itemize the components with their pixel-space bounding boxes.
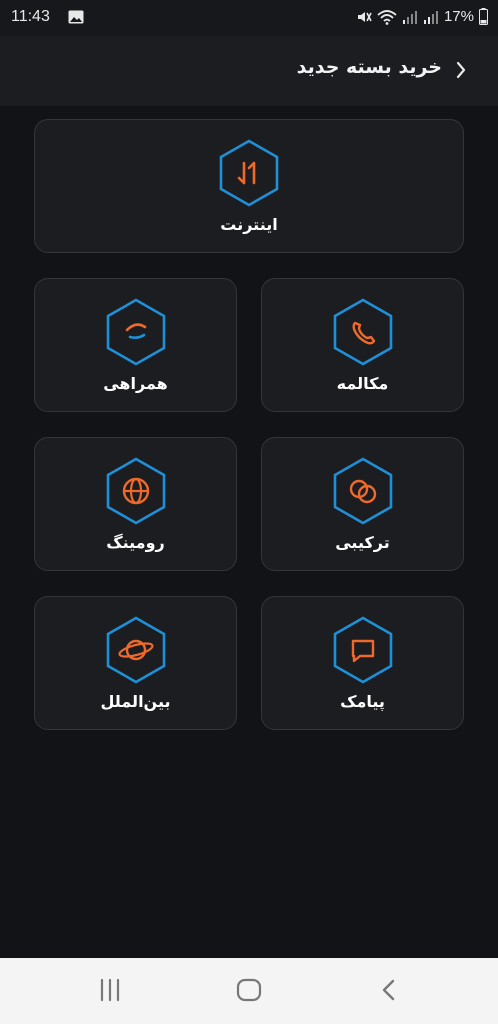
status-icons: 17% — [356, 8, 488, 25]
package-card-sms[interactable]: پیامک — [261, 596, 464, 730]
package-card-internet[interactable]: اینترنت — [34, 119, 464, 253]
recents-icon[interactable] — [98, 978, 122, 1002]
home-icon[interactable] — [236, 978, 262, 1002]
system-nav-bar — [0, 958, 498, 1024]
package-card-combo[interactable]: ترکیبی — [261, 437, 464, 571]
transfer-arrows-icon — [219, 139, 279, 207]
signal-1-icon — [402, 10, 417, 24]
status-bar: 11:43 17% — [0, 0, 498, 36]
globe-icon — [106, 457, 165, 525]
package-label: بین‌الملل — [100, 692, 171, 711]
battery-icon — [479, 8, 488, 25]
package-label: ترکیبی — [335, 533, 390, 552]
package-label: همراهی — [103, 374, 168, 393]
signal-2-icon — [423, 10, 438, 24]
status-time: 11:43 — [11, 8, 50, 25]
package-label: رومینگ — [106, 533, 165, 552]
wifi-icon — [377, 9, 397, 25]
back-icon[interactable] — [380, 978, 398, 1002]
package-card-companion[interactable]: همراهی — [34, 278, 237, 412]
battery-percent: 17% — [443, 8, 474, 25]
app-header: خرید بسته جدید — [0, 36, 498, 106]
package-label: اینترنت — [220, 215, 278, 234]
mute-icon — [357, 11, 372, 22]
package-card-international[interactable]: بین‌الملل — [34, 596, 237, 730]
package-card-call[interactable]: مکالمه — [261, 278, 464, 412]
overlap-circles-icon — [333, 457, 392, 525]
planet-icon — [106, 616, 165, 684]
package-label: مکالمه — [336, 374, 389, 393]
package-card-roaming[interactable]: رومینگ — [34, 437, 237, 571]
gallery-notification-icon — [68, 10, 84, 24]
page-title: خرید بسته جدید — [296, 56, 442, 78]
chevron-right-icon[interactable] — [454, 60, 468, 80]
message-icon — [333, 616, 392, 684]
handshake-icon — [106, 298, 165, 366]
phone-icon — [333, 298, 392, 366]
package-label: پیامک — [340, 692, 385, 711]
